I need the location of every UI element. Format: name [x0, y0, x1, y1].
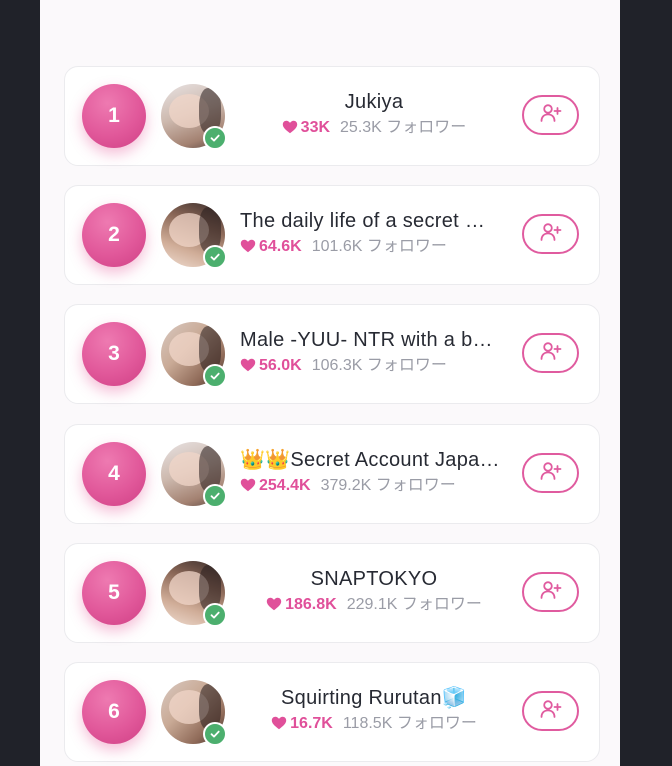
rank-badge: 4 [82, 442, 146, 506]
creator-name[interactable]: The daily life of a secret … [240, 208, 508, 234]
verified-check-icon [203, 126, 227, 150]
avatar-container[interactable] [161, 84, 227, 150]
creator-info: The daily life of a secret … 64.6K 101.6K… [240, 208, 508, 258]
follow-button[interactable] [522, 214, 579, 254]
verified-check-icon [203, 722, 227, 746]
heart-icon [266, 596, 282, 618]
rank-badge: 6 [82, 680, 146, 744]
creator-stats: 56.0K 106.3K フォロワー [240, 355, 508, 377]
verified-check-icon [203, 245, 227, 269]
follower-count: 229.1K フォロワー [346, 596, 482, 613]
follow-button[interactable] [522, 572, 579, 612]
creator-name[interactable]: 👑👑Secret Account Japa… [240, 447, 508, 473]
heart-icon [282, 119, 298, 141]
likes-count: 186.8K [285, 596, 337, 613]
follow-button[interactable] [522, 333, 579, 373]
follower-count: 25.3K フォロワー [340, 119, 467, 136]
creator-card-6[interactable]: 6 Squirting Rurutan🧊 16.7K 118.5K フォロワー [64, 662, 600, 762]
add-user-icon [540, 103, 562, 128]
follow-button[interactable] [522, 95, 579, 135]
creator-card-1[interactable]: 1 Jukiya 33K 25.3K フォロワー [64, 66, 600, 166]
follower-count: 101.6K フォロワー [311, 238, 447, 255]
creator-card-4[interactable]: 4 👑👑Secret Account Japa… 254.4K 379.2K フォ… [64, 424, 600, 524]
avatar-container[interactable] [161, 680, 227, 746]
verified-check-icon [203, 484, 227, 508]
follow-button[interactable] [522, 691, 579, 731]
add-user-icon [540, 461, 562, 486]
add-user-icon [540, 699, 562, 724]
verified-check-icon [203, 364, 227, 388]
creator-name[interactable]: Jukiya [240, 89, 508, 115]
creator-info: 👑👑Secret Account Japa… 254.4K 379.2K フォロワ… [240, 447, 508, 497]
avatar-container[interactable] [161, 442, 227, 508]
verified-check-icon [203, 603, 227, 627]
creator-stats: 33K 25.3K フォロワー [240, 117, 508, 139]
creator-name[interactable]: Male -YUU- NTR with a b… [240, 327, 508, 353]
follower-count: 118.5K フォロワー [342, 715, 477, 732]
heart-icon [240, 357, 256, 379]
creator-card-5[interactable]: 5 SNAPTOKYO 186.8K 229.1K フォロワー [64, 543, 600, 643]
ranking-panel: 1 Jukiya 33K 25.3K フォロワー 2 The daily life [40, 0, 620, 766]
creator-stats: 186.8K 229.1K フォロワー [240, 594, 508, 616]
add-user-icon [540, 222, 562, 247]
avatar-container[interactable] [161, 322, 227, 388]
heart-icon [240, 477, 256, 499]
rank-badge: 1 [82, 84, 146, 148]
heart-icon [271, 715, 287, 737]
creator-info: Male -YUU- NTR with a b… 56.0K 106.3K フォロ… [240, 327, 508, 377]
likes-count: 16.7K [290, 715, 333, 732]
add-user-icon [540, 341, 562, 366]
likes-count: 33K [300, 119, 331, 136]
creator-info: SNAPTOKYO 186.8K 229.1K フォロワー [240, 566, 508, 616]
creator-card-3[interactable]: 3 Male -YUU- NTR with a b… 56.0K 106.3K フ… [64, 304, 600, 404]
add-user-icon [540, 580, 562, 605]
rank-badge: 2 [82, 203, 146, 267]
follower-count: 379.2K フォロワー [320, 477, 456, 494]
follow-button[interactable] [522, 453, 579, 493]
likes-count: 56.0K [259, 357, 302, 374]
creator-stats: 64.6K 101.6K フォロワー [240, 236, 508, 258]
creator-stats: 254.4K 379.2K フォロワー [240, 475, 508, 497]
heart-icon [240, 238, 256, 260]
avatar-container[interactable] [161, 203, 227, 269]
creator-name[interactable]: Squirting Rurutan🧊 [240, 685, 508, 711]
creator-card-2[interactable]: 2 The daily life of a secret … 64.6K 101.… [64, 185, 600, 285]
creator-info: Squirting Rurutan🧊 16.7K 118.5K フォロワー [240, 685, 508, 735]
avatar-container[interactable] [161, 561, 227, 627]
likes-count: 64.6K [259, 238, 302, 255]
creator-name[interactable]: SNAPTOKYO [240, 566, 508, 592]
likes-count: 254.4K [259, 477, 311, 494]
creator-stats: 16.7K 118.5K フォロワー [240, 713, 508, 735]
rank-badge: 3 [82, 322, 146, 386]
follower-count: 106.3K フォロワー [311, 357, 447, 374]
rank-badge: 5 [82, 561, 146, 625]
creator-info: Jukiya 33K 25.3K フォロワー [240, 89, 508, 139]
